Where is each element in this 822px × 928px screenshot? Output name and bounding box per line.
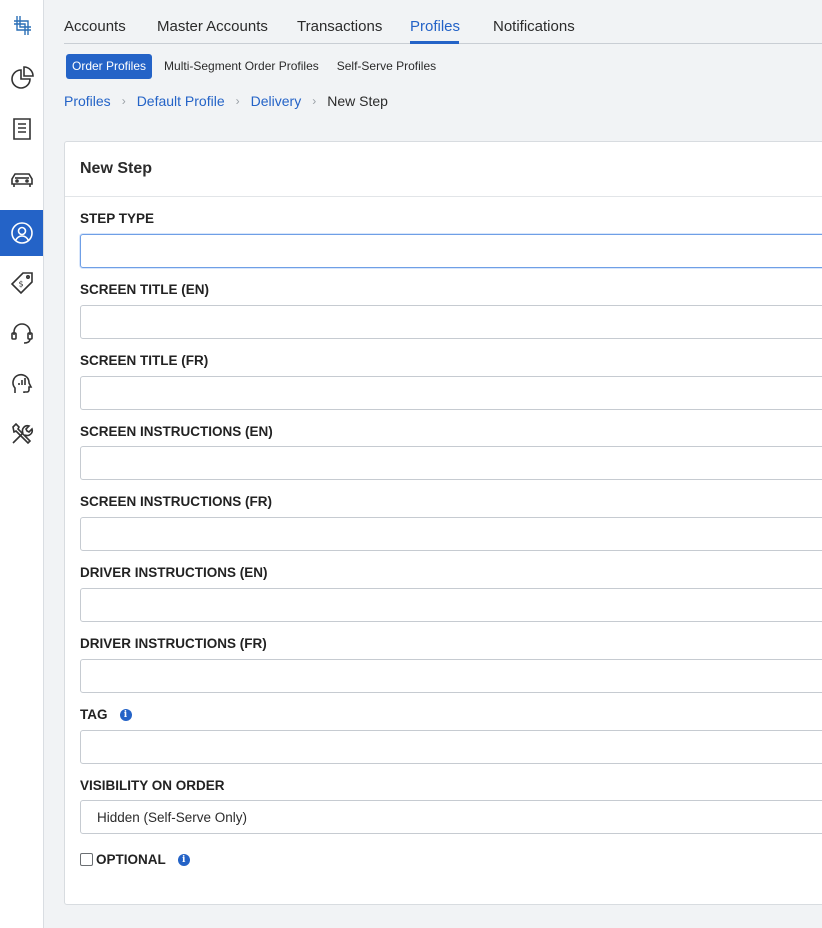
visibility-label: VISIBILITY ON ORDER — [80, 778, 225, 793]
breadcrumb-delivery[interactable]: Delivery — [251, 93, 302, 109]
tab-transactions[interactable]: Transactions — [297, 18, 382, 35]
svg-text:$: $ — [18, 280, 23, 289]
chevron-right-icon: › — [121, 94, 126, 108]
visibility-select[interactable]: Hidden (Self-Serve Only) — [80, 800, 822, 834]
chevron-right-icon: › — [312, 94, 317, 108]
tag-input[interactable] — [80, 730, 822, 764]
card-header: New Step — [65, 142, 822, 197]
breadcrumb-profiles[interactable]: Profiles — [64, 93, 111, 109]
car-icon[interactable] — [0, 157, 43, 203]
tools-icon[interactable] — [0, 411, 43, 457]
optional-label: OPTIONAL — [96, 852, 166, 867]
step-type-input[interactable] — [80, 234, 822, 268]
screen-title-fr-input[interactable] — [80, 376, 822, 410]
tab-accounts[interactable]: Accounts — [64, 18, 126, 35]
optional-checkbox[interactable] — [80, 853, 93, 866]
screen-instructions-fr-input[interactable] — [80, 517, 822, 551]
subnav-self-serve-profiles[interactable]: Self-Serve Profiles — [331, 54, 442, 79]
subnav-multi-segment-order-profiles[interactable]: Multi-Segment Order Profiles — [158, 54, 325, 79]
user-profile-icon[interactable] — [0, 210, 43, 256]
subnav-order-profiles[interactable]: Order Profiles — [66, 54, 153, 79]
step-type-label: STEP TYPE — [80, 211, 155, 226]
screen-title-en-input[interactable] — [80, 305, 822, 339]
top-navigation: Accounts Master Accounts Transactions Pr… — [64, 0, 822, 44]
tab-master-accounts[interactable]: Master Accounts — [157, 18, 268, 35]
driver-instructions-fr-input[interactable] — [80, 659, 822, 693]
headset-icon[interactable] — [0, 310, 43, 356]
analytics-head-icon[interactable] — [0, 360, 43, 406]
breadcrumb-current: New Step — [327, 93, 388, 109]
screen-instructions-fr-label: SCREEN INSTRUCTIONS (FR) — [80, 494, 272, 509]
screen-instructions-en-input[interactable] — [80, 446, 822, 480]
screen-title-en-label: SCREEN TITLE (EN) — [80, 282, 210, 297]
logo-icon[interactable] — [0, 3, 43, 49]
driver-instructions-en-label: DRIVER INSTRUCTIONS (EN) — [80, 565, 268, 580]
chevron-right-icon: › — [235, 94, 240, 108]
screen-title-fr-label: SCREEN TITLE (FR) — [80, 353, 209, 368]
info-icon[interactable]: i — [119, 708, 132, 721]
tag-label-text: TAG — [80, 707, 108, 722]
pie-chart-icon[interactable] — [0, 55, 43, 101]
visibility-selected-value: Hidden (Self-Serve Only) — [97, 809, 248, 825]
tag-label: TAG i — [80, 707, 132, 722]
card-title: New Step — [80, 160, 153, 177]
screen-instructions-en-label: SCREEN INSTRUCTIONS (EN) — [80, 424, 273, 439]
tab-notifications[interactable]: Notifications — [493, 18, 575, 35]
optional-row: OPTIONAL i — [80, 852, 190, 867]
sidebar: $ — [0, 0, 44, 928]
breadcrumb: Profiles › Default Profile › Delivery › … — [64, 93, 388, 109]
price-tag-icon[interactable]: $ — [0, 260, 43, 306]
active-tab-indicator — [410, 41, 459, 44]
new-step-card: New Step STEP TYPE SCREEN TITLE (EN) SCR… — [64, 141, 822, 905]
tab-profiles[interactable]: Profiles — [410, 18, 460, 35]
sub-navigation: Order Profiles Multi-Segment Order Profi… — [66, 54, 448, 79]
driver-instructions-en-input[interactable] — [80, 588, 822, 622]
receipt-icon[interactable] — [0, 106, 43, 152]
breadcrumb-default-profile[interactable]: Default Profile — [137, 93, 225, 109]
info-icon[interactable]: i — [177, 853, 190, 866]
driver-instructions-fr-label: DRIVER INSTRUCTIONS (FR) — [80, 636, 267, 651]
